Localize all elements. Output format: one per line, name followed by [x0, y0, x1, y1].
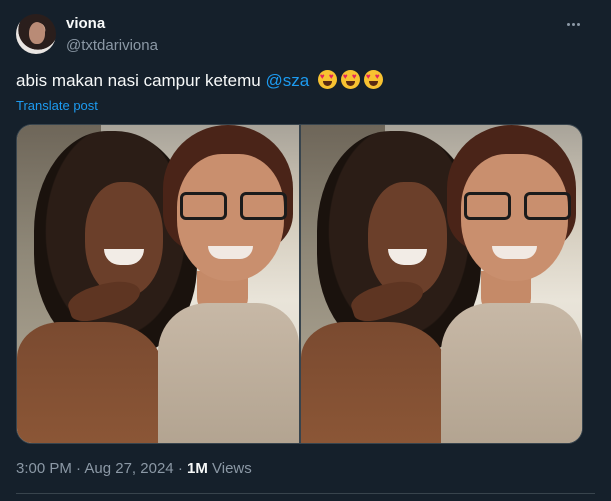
post-meta: 3:00 PM · Aug 27, 2024 · 1M Views — [16, 460, 252, 477]
photo-1[interactable] — [17, 125, 299, 443]
heart-eyes-emoji: ♥ ♥ — [363, 70, 383, 89]
avatar[interactable] — [16, 14, 56, 54]
views-label: Views — [212, 460, 252, 477]
more-horizontal-icon — [566, 22, 570, 26]
post-date[interactable]: Aug 27, 2024 — [84, 460, 173, 477]
translate-post-link[interactable]: Translate post — [16, 98, 98, 113]
photo-2[interactable] — [300, 125, 582, 443]
heart-eyes-emoji: ♥ ♥ — [340, 70, 360, 89]
handle[interactable]: @txtdariviona — [66, 37, 158, 54]
heart-eyes-emoji: ♥ ♥ — [317, 70, 337, 89]
mention-link[interactable]: @sza — [265, 71, 309, 90]
post-text-body: abis makan nasi campur ketemu — [16, 71, 266, 90]
more-button[interactable] — [561, 14, 585, 34]
meta-separator: · — [177, 460, 183, 477]
meta-separator: · — [76, 460, 82, 477]
views-count: 1M — [186, 460, 208, 477]
display-name[interactable]: viona — [66, 15, 105, 32]
post-time[interactable]: 3:00 PM — [16, 460, 72, 477]
tweet: viona @txtdariviona abis makan nasi camp… — [0, 0, 611, 501]
media-grid — [16, 124, 583, 444]
post-text: abis makan nasi campur ketemu @sza ♥ ♥ ♥ ♥ ♥… — [16, 70, 383, 91]
divider — [16, 493, 595, 494]
